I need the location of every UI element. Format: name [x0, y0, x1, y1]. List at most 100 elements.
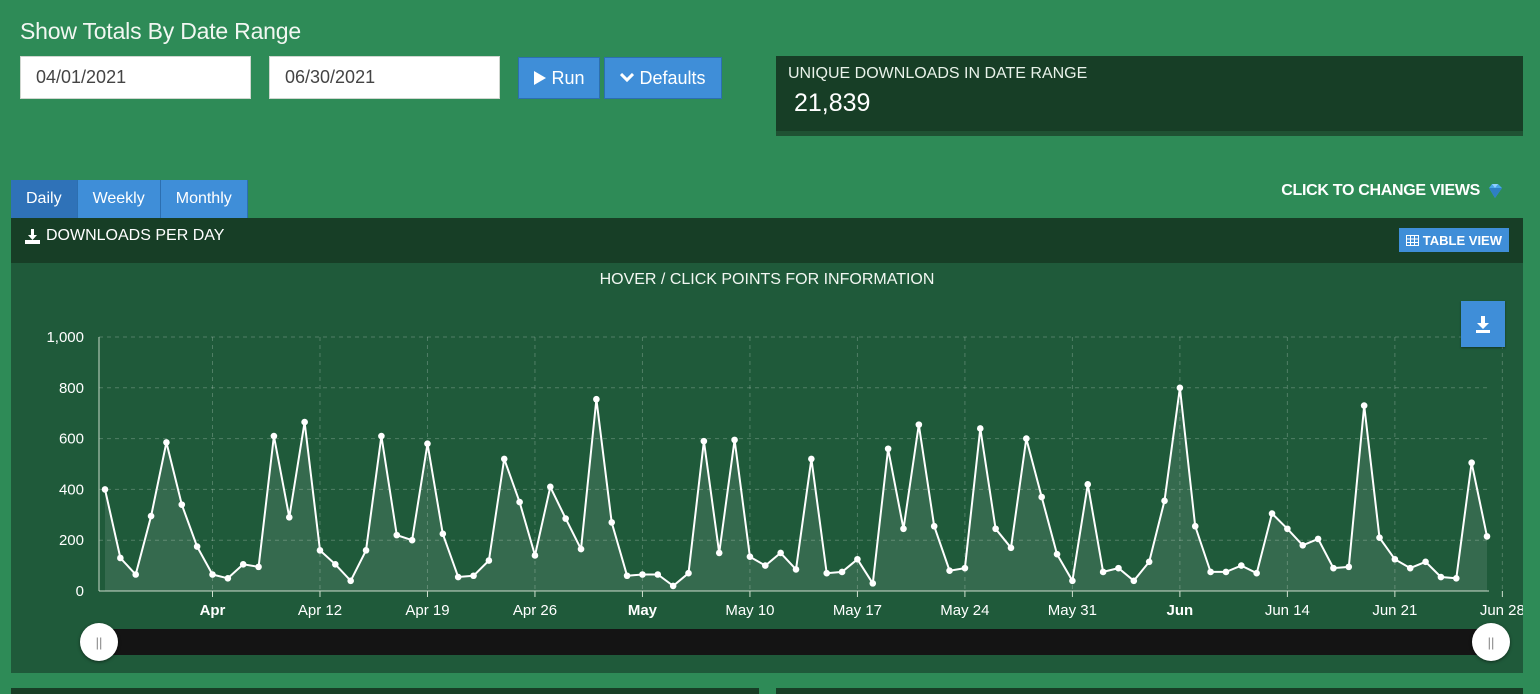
data-point[interactable] [900, 525, 907, 533]
data-point[interactable] [1468, 459, 1475, 467]
data-point[interactable] [1330, 564, 1337, 572]
chart-export-button[interactable] [1461, 301, 1505, 347]
data-point[interactable] [1422, 558, 1429, 566]
data-point[interactable] [147, 512, 155, 520]
end-date-input[interactable] [269, 56, 500, 99]
data-point[interactable] [1130, 577, 1138, 585]
data-point[interactable] [1238, 562, 1245, 569]
data-point[interactable] [1145, 558, 1153, 566]
data-point[interactable] [470, 572, 477, 580]
data-point[interactable] [992, 525, 999, 533]
data-point[interactable] [1376, 534, 1383, 541]
data-point[interactable] [1253, 569, 1260, 577]
data-point[interactable] [884, 445, 892, 453]
data-point[interactable] [777, 549, 784, 557]
data-point[interactable] [516, 498, 523, 506]
data-point[interactable] [1207, 568, 1214, 576]
data-point[interactable] [1284, 525, 1291, 533]
data-point[interactable] [1053, 550, 1061, 558]
data-point[interactable] [209, 571, 216, 578]
data-point[interactable] [1222, 568, 1230, 576]
data-point[interactable] [1115, 564, 1122, 572]
data-point[interactable] [1345, 563, 1353, 571]
navigator-left-handle[interactable]: || [80, 623, 118, 661]
tab-monthly[interactable]: Monthly [160, 180, 248, 218]
data-point[interactable] [178, 501, 186, 508]
start-date-input[interactable] [20, 56, 251, 99]
data-point[interactable] [1069, 577, 1076, 585]
data-point[interactable] [1452, 575, 1460, 582]
tab-daily[interactable]: Daily [11, 180, 78, 218]
data-point[interactable] [976, 425, 984, 432]
data-point[interactable] [1314, 535, 1322, 543]
data-point[interactable] [500, 455, 508, 463]
data-point[interactable] [117, 554, 124, 562]
data-point[interactable] [239, 561, 247, 568]
data-point[interactable] [163, 439, 170, 446]
data-point[interactable] [378, 432, 385, 440]
data-point[interactable] [869, 580, 877, 587]
data-point[interactable] [654, 571, 662, 578]
defaults-button[interactable]: Defaults [604, 57, 722, 99]
data-point[interactable] [1007, 544, 1015, 552]
navigator-track[interactable] [99, 629, 1499, 655]
data-point[interactable] [1191, 522, 1199, 530]
data-point[interactable] [332, 561, 339, 568]
data-point[interactable] [547, 483, 554, 491]
data-point[interactable] [1161, 497, 1168, 505]
table-view-button[interactable]: TABLE VIEW [1398, 228, 1509, 252]
data-point[interactable] [439, 530, 447, 538]
run-button[interactable]: Run [518, 57, 600, 99]
data-point[interactable] [593, 395, 600, 403]
data-point[interactable] [132, 571, 140, 578]
data-point[interactable] [393, 531, 401, 539]
data-point[interactable] [1437, 573, 1445, 581]
data-point[interactable] [792, 566, 800, 573]
data-point[interactable] [1099, 568, 1107, 576]
data-point[interactable] [930, 522, 938, 530]
data-point[interactable] [823, 569, 831, 577]
data-point[interactable] [1483, 533, 1491, 540]
data-point[interactable] [1176, 384, 1184, 392]
data-point[interactable] [608, 519, 616, 526]
downloads-chart[interactable]: 0 200 400 600 800 1,000 Apr Apr 12 Apr 19 Apr 26 M… [11, 263, 1523, 673]
data-point[interactable] [408, 536, 416, 544]
data-point[interactable] [1084, 481, 1092, 488]
data-point[interactable] [1406, 564, 1414, 572]
data-point[interactable] [1391, 555, 1399, 563]
tab-weekly[interactable]: Weekly [77, 180, 161, 218]
data-point[interactable] [1360, 402, 1368, 409]
data-point[interactable] [301, 418, 308, 426]
data-point[interactable] [193, 543, 201, 550]
data-point[interactable] [946, 567, 953, 574]
data-point[interactable] [639, 571, 646, 578]
data-point[interactable] [255, 563, 262, 571]
data-point[interactable] [347, 577, 354, 585]
navigator-right-handle[interactable]: || [1472, 623, 1510, 661]
data-point[interactable] [270, 432, 278, 440]
data-point[interactable] [961, 564, 969, 572]
data-point[interactable] [454, 573, 462, 581]
data-point[interactable] [746, 553, 754, 561]
data-point[interactable] [485, 557, 493, 564]
data-point[interactable] [224, 575, 232, 582]
data-point[interactable] [1038, 493, 1045, 501]
data-point[interactable] [854, 555, 861, 563]
data-point[interactable] [838, 568, 846, 576]
data-point[interactable] [1268, 510, 1276, 517]
data-point[interactable] [316, 547, 324, 554]
data-point[interactable] [715, 549, 723, 557]
data-point[interactable] [424, 440, 431, 447]
data-point[interactable] [577, 545, 585, 553]
data-point[interactable] [808, 455, 815, 463]
data-point[interactable] [915, 421, 923, 428]
data-point[interactable] [1299, 541, 1307, 549]
data-point[interactable] [531, 552, 539, 559]
data-point[interactable] [362, 547, 370, 554]
data-point[interactable] [623, 572, 631, 580]
data-point[interactable] [101, 486, 109, 493]
data-point[interactable] [700, 437, 708, 445]
data-point[interactable] [1023, 435, 1030, 442]
data-point[interactable] [562, 515, 569, 522]
data-point[interactable] [685, 569, 692, 577]
